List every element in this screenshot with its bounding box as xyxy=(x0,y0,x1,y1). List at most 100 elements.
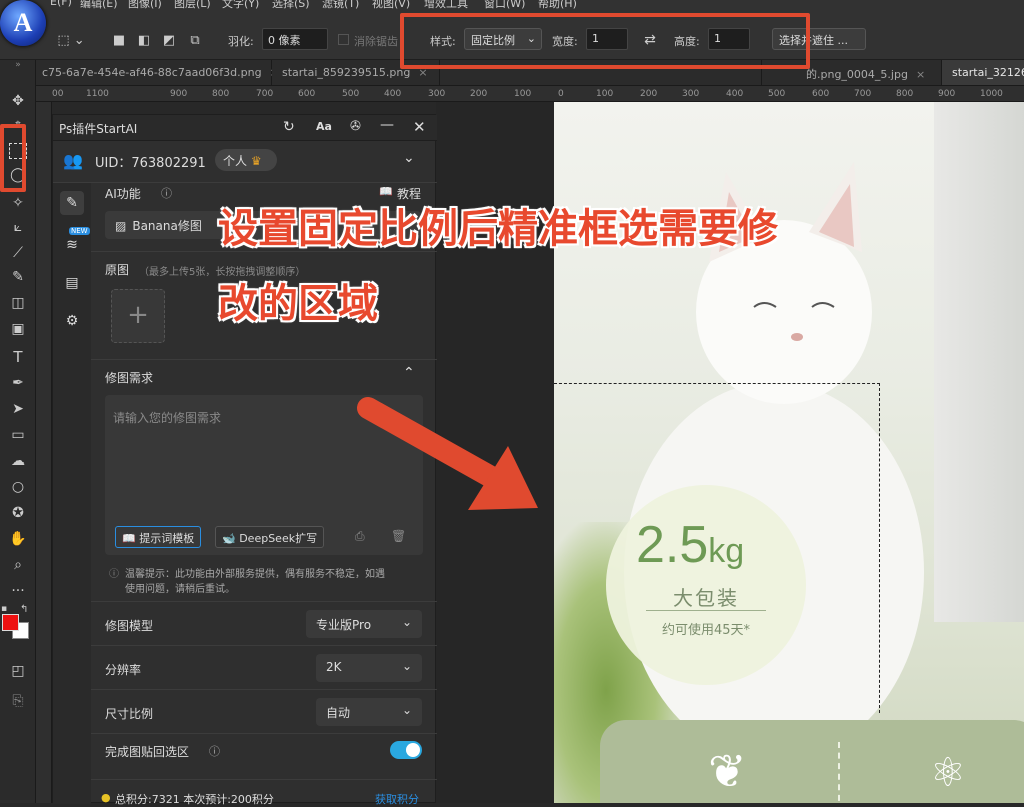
color-swatches[interactable]: ▪ ↰ xyxy=(0,604,36,654)
swap-colors-icon[interactable]: ↰ xyxy=(20,604,28,615)
pin-icon[interactable]: ✇ xyxy=(350,119,361,134)
menu-select[interactable]: 选择(S) xyxy=(272,0,310,10)
tab-label: startai_3212665 xyxy=(952,66,1024,79)
crop-tool-icon[interactable]: ⟀ xyxy=(6,216,30,238)
marquee-preset-icon[interactable]: ⬚ ⌄ xyxy=(56,31,86,49)
zoom-tool-icon[interactable]: ⌕ xyxy=(6,554,30,576)
chevron-up-icon[interactable]: ⌃ xyxy=(403,365,415,381)
menu-file[interactable]: E(F) xyxy=(50,0,72,8)
coin-icon: ● xyxy=(101,791,111,804)
menu-edit[interactable]: 编辑(E) xyxy=(80,0,118,10)
artboard-tool-icon[interactable]: ⌖ xyxy=(6,112,30,134)
pen-tool-icon[interactable]: ✒ xyxy=(6,372,30,394)
document-tab[interactable] xyxy=(440,60,762,85)
smudge-tool-icon[interactable]: ☁ xyxy=(6,450,30,472)
swap-icon[interactable]: ⇄ xyxy=(640,31,660,49)
deepseek-expand-button[interactable]: 🐋 DeepSeek扩写 xyxy=(215,526,325,548)
paste-back-toggle[interactable] xyxy=(390,741,422,759)
ratio-select[interactable]: 自动 ⌄ xyxy=(316,698,422,726)
quick-mask-icon[interactable]: ◰ xyxy=(6,660,30,682)
source-label: 原图 xyxy=(105,263,130,277)
document-tab[interactable]: 的.png_0004_5.jpg × xyxy=(762,60,942,85)
style-select[interactable]: 固定比例 ⌄ xyxy=(464,28,542,50)
path-select-icon[interactable]: ➤ xyxy=(6,398,30,420)
eraser-tool-icon[interactable]: ◫ xyxy=(6,292,30,314)
chevron-down-icon[interactable]: ⌄ xyxy=(403,150,415,166)
eyedropper-icon[interactable]: ⟋ xyxy=(6,242,30,264)
gradient-tool-icon[interactable]: ▣ xyxy=(6,318,30,340)
get-points-link[interactable]: 获取积分 xyxy=(375,791,419,807)
image-icon: ▨ xyxy=(115,219,127,233)
move-tool-icon[interactable]: ✥ xyxy=(6,90,30,112)
ruler-tick: 300 xyxy=(682,89,700,99)
trash-icon[interactable]: 🗑 xyxy=(391,529,406,543)
refresh-icon[interactable]: ↻ xyxy=(283,119,295,135)
rectangle-tool-icon[interactable]: ▭ xyxy=(6,424,30,446)
subtract-selection-icon[interactable]: ◩ xyxy=(160,31,178,49)
height-input[interactable]: 1 xyxy=(708,28,750,50)
leaf-icon: ❦ xyxy=(708,744,747,798)
ruler-tick: 300 xyxy=(428,89,446,99)
info-icon[interactable]: ⓘ xyxy=(161,185,172,201)
add-selection-icon[interactable]: ◧ xyxy=(135,31,153,49)
settings-icon[interactable]: ⚙ xyxy=(60,309,84,333)
menu-filter[interactable]: 滤镜(T) xyxy=(322,0,359,10)
panel-sidebar: ✎ ≋ NEW ▤ ⚙ xyxy=(53,183,91,804)
tutorial-link[interactable]: 教程 xyxy=(397,185,421,202)
select-and-mask-button[interactable]: 选择并遮住 ... xyxy=(772,28,866,50)
divider xyxy=(91,601,437,602)
menu-view[interactable]: 视图(V) xyxy=(372,0,410,10)
magic-wand-icon[interactable]: ✧ xyxy=(6,192,30,214)
lasso-tool-icon[interactable]: ◯ xyxy=(6,164,30,186)
info-icon[interactable]: ⓘ xyxy=(209,743,220,759)
intersect-selection-icon[interactable]: ⧉ xyxy=(186,31,204,49)
resolution-select[interactable]: 2K ⌄ xyxy=(316,654,422,682)
close-icon[interactable]: ✕ xyxy=(413,118,426,136)
upload-image-button[interactable]: + xyxy=(111,289,165,343)
feather-input[interactable]: 0 像素 xyxy=(262,28,328,50)
menu-help[interactable]: 帮助(H) xyxy=(538,0,577,10)
more-tools-icon[interactable]: ··· xyxy=(6,580,30,602)
book-icon[interactable]: 📖 xyxy=(379,185,393,198)
ellipse-tool-icon[interactable]: ○ xyxy=(6,476,30,498)
menu-plugins[interactable]: 增效工具 xyxy=(424,0,468,10)
document-tab[interactable]: c75-6a7e-454e-af46-88c7aad06f3d.png× xyxy=(36,60,279,85)
foreground-color[interactable] xyxy=(2,614,19,631)
chevron-down-icon: ⌄ xyxy=(401,615,412,629)
menu-image[interactable]: 图像(I) xyxy=(128,0,162,10)
antialias-checkbox[interactable] xyxy=(338,34,349,45)
width-input[interactable]: 1 xyxy=(586,28,628,50)
menu-layer[interactable]: 图层(L) xyxy=(174,0,211,10)
tip-line-1: 温馨提示：此功能由外部服务提供，偶有服务不稳定，如遇 xyxy=(125,569,385,580)
custom-shape-icon[interactable]: ✪ xyxy=(6,502,30,524)
history-icon[interactable]: ⎙ xyxy=(355,529,365,544)
menu-type[interactable]: 文字(Y) xyxy=(222,0,259,10)
model-select[interactable]: 专业版Pro ⌄ xyxy=(306,610,422,638)
clipboard-icon[interactable]: ▤ xyxy=(60,271,84,295)
rectangular-marquee-icon[interactable] xyxy=(9,143,27,159)
default-colors-icon[interactable]: ▪ xyxy=(1,604,7,614)
close-icon[interactable]: × xyxy=(418,66,427,79)
divider xyxy=(91,645,437,646)
plan-badge[interactable]: 个人 ♛ xyxy=(215,149,277,171)
prompt-template-button[interactable]: 📖 提示词模板 xyxy=(115,526,202,548)
edit-icon[interactable]: ✎ xyxy=(60,191,84,215)
close-icon[interactable]: × xyxy=(916,68,925,81)
layers-icon[interactable]: ≋ xyxy=(60,233,84,257)
new-selection-icon[interactable]: ■ xyxy=(110,31,128,49)
collapse-icon[interactable]: » xyxy=(6,60,30,70)
hand-tool-icon[interactable]: ✋ xyxy=(6,528,30,550)
ruler-tick: 900 xyxy=(938,89,956,99)
paste-back-label: 完成图贴回选区 xyxy=(105,745,190,759)
document-tab-active[interactable]: startai_3212665 xyxy=(942,60,1024,85)
marquee-selection[interactable] xyxy=(554,383,880,713)
brush-tool-icon[interactable]: ✎ xyxy=(6,266,30,288)
screen-mode-icon[interactable]: ⎘ xyxy=(6,690,30,712)
annotation-line-2: 改的区域 xyxy=(218,281,378,327)
minimize-icon[interactable]: — xyxy=(380,117,394,133)
type-tool-icon[interactable]: T xyxy=(6,346,30,368)
document-tab[interactable]: startai_859239515.png × xyxy=(272,60,440,85)
tools-panel: » ✥ ⌖ ◯ ✧ ⟀ ⟋ ✎ ◫ ▣ T ✒ ➤ ▭ ☁ ○ ✪ ✋ ⌕ ··… xyxy=(0,60,36,803)
font-size-icon[interactable]: Aa xyxy=(316,120,332,133)
menu-window[interactable]: 窗口(W) xyxy=(484,0,525,10)
